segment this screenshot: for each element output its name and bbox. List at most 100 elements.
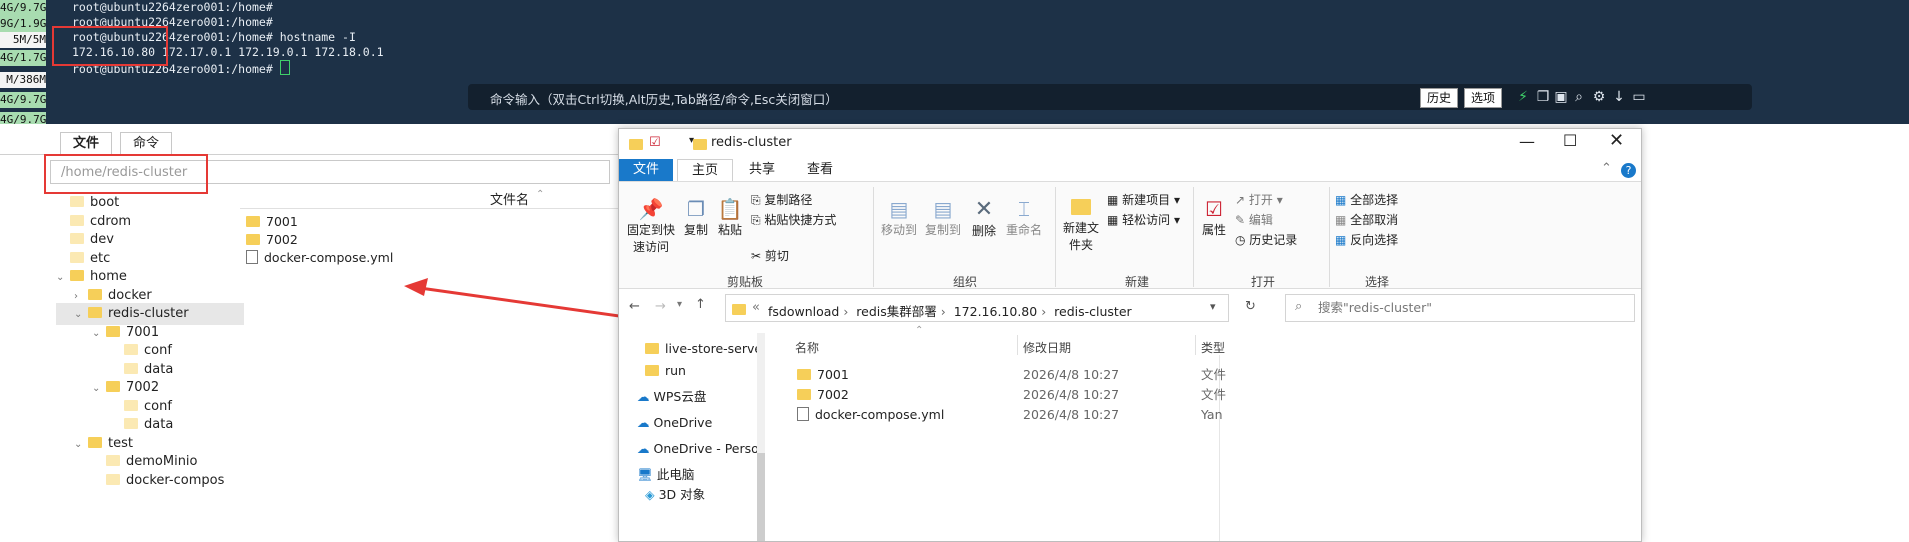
edit-button[interactable]: ✎ 编辑 bbox=[1235, 211, 1273, 228]
close-button[interactable]: ✕ bbox=[1609, 130, 1624, 151]
column-divider[interactable] bbox=[1017, 335, 1018, 355]
navigation-pane[interactable]: live-store-serve run ☁ WPS云盘 ☁ OneDrive … bbox=[619, 333, 762, 541]
back-icon[interactable]: ← bbox=[629, 299, 640, 314]
nav-item[interactable]: ◈ 3D 对象 bbox=[645, 485, 705, 505]
paste-shortcut-icon: ⎘ bbox=[751, 213, 765, 227]
column-type[interactable]: 类型 bbox=[1201, 339, 1225, 356]
search-icon: ⌕ bbox=[1295, 299, 1303, 314]
column-date[interactable]: 修改日期 bbox=[1023, 339, 1071, 356]
pin-icon: 📌 bbox=[638, 197, 664, 221]
file-type: 文件 bbox=[1201, 367, 1227, 382]
folder-icon bbox=[645, 343, 659, 354]
help-icon[interactable]: ? bbox=[1621, 163, 1636, 178]
tab-home[interactable]: 主页 bbox=[677, 159, 734, 182]
tab-view[interactable]: 查看 bbox=[793, 159, 847, 181]
button-label: 新建项目 bbox=[1122, 193, 1171, 207]
edit-icon: ✎ bbox=[1235, 213, 1249, 227]
breadcrumb[interactable]: fsdownload › redis集群部署 › 172.16.10.80 › … bbox=[768, 301, 1132, 320]
3d-objects-icon: ◈ bbox=[645, 487, 659, 502]
new-folder-icon[interactable] bbox=[693, 139, 708, 150]
address-bar[interactable]: « fsdownload › redis集群部署 › 172.16.10.80 … bbox=[725, 294, 1229, 322]
address-dropdown-icon[interactable]: ▾ bbox=[1210, 300, 1216, 313]
nav-item[interactable]: run bbox=[645, 361, 686, 381]
nav-item[interactable]: ☁ OneDrive - Perso bbox=[637, 439, 759, 459]
copy-path-button[interactable]: ⎘ 复制路径 bbox=[751, 191, 812, 208]
cut-button[interactable]: ✂ 剪切 bbox=[751, 247, 789, 264]
properties-icon[interactable]: ☑ bbox=[649, 135, 661, 150]
breadcrumb-item[interactable]: redis集群部署 bbox=[856, 304, 936, 319]
cloud-icon: ☁ bbox=[637, 389, 654, 404]
forward-icon[interactable]: → bbox=[655, 299, 666, 314]
new-folder-button[interactable]: 新建文件夹 bbox=[1061, 197, 1101, 253]
maximize-button[interactable]: ☐ bbox=[1563, 131, 1577, 150]
overflow-chevron-icon[interactable]: « bbox=[752, 300, 760, 315]
file-date: 2026/4/8 10:27 bbox=[1023, 407, 1120, 422]
invert-selection-button[interactable]: ▦ 反向选择 bbox=[1335, 231, 1398, 248]
delete-icon: ✕ bbox=[974, 197, 994, 222]
nav-item[interactable]: ☁ WPS云盘 bbox=[637, 387, 706, 407]
history-button[interactable]: ◷ 历史记录 bbox=[1235, 231, 1297, 248]
file-row[interactable]: docker-compose.yml bbox=[797, 405, 944, 425]
button-label: 全部选择 bbox=[1350, 193, 1399, 207]
group-label-organize: 组织 bbox=[953, 275, 978, 289]
select-none-button[interactable]: ▦ 全部取消 bbox=[1335, 211, 1398, 228]
explorer-window[interactable]: ☑ ▾ redis-cluster — ☐ ✕ 文件 主页 共享 查看 ⌃ ? … bbox=[618, 128, 1642, 542]
nav-item[interactable]: 🖥 此电脑 bbox=[637, 465, 694, 485]
refresh-icon[interactable]: ↻ bbox=[1245, 299, 1256, 314]
recent-dropdown-icon[interactable]: ▾ bbox=[677, 299, 682, 310]
file-type: 文件 bbox=[1201, 387, 1227, 402]
folder-icon bbox=[797, 389, 811, 400]
group-label-select: 选择 bbox=[1365, 275, 1390, 289]
properties-button[interactable]: ☑ 属性 bbox=[1199, 197, 1229, 238]
scrollbar-thumb[interactable] bbox=[757, 453, 765, 541]
search-input[interactable]: 搜索"redis-cluster" bbox=[1285, 294, 1635, 322]
paste-button[interactable]: 📋 粘贴 bbox=[715, 197, 745, 238]
select-all-button[interactable]: ▦ 全部选择 bbox=[1335, 191, 1398, 208]
nav-item[interactable]: ☁ OneDrive bbox=[637, 413, 712, 433]
up-icon[interactable]: ↑ bbox=[695, 297, 706, 312]
group-label-new: 新建 bbox=[1125, 275, 1150, 289]
chevron-down-icon[interactable]: ▾ bbox=[689, 135, 694, 146]
title-bar[interactable]: ☑ ▾ redis-cluster — ☐ ✕ bbox=[619, 129, 1641, 157]
pin-to-quick-access-button[interactable]: 📌 固定到快速访问 bbox=[625, 197, 677, 255]
minimize-button[interactable]: — bbox=[1519, 132, 1535, 151]
button-label: 重命名 bbox=[1005, 223, 1042, 237]
sort-up-icon: ⌃ bbox=[915, 325, 924, 336]
button-label: 复制路径 bbox=[764, 193, 813, 207]
file-row[interactable]: 7002 bbox=[797, 385, 849, 405]
file-row[interactable]: 7001 bbox=[797, 365, 849, 385]
group-divider bbox=[1055, 187, 1056, 287]
copy-to-button[interactable]: ▤ 复制到 bbox=[923, 197, 963, 238]
button-label: 历史记录 bbox=[1249, 233, 1298, 247]
tab-share[interactable]: 共享 bbox=[735, 159, 789, 181]
group-label-open: 打开 bbox=[1251, 275, 1276, 289]
onedrive-icon: ☁ bbox=[637, 415, 654, 430]
tab-file[interactable]: 文件 bbox=[619, 159, 674, 181]
paste-shortcut-button[interactable]: ⎘ 粘贴快捷方式 bbox=[751, 211, 836, 228]
button-label: 轻松访问 bbox=[1122, 213, 1171, 227]
scrollbar[interactable] bbox=[757, 333, 765, 541]
chevron-up-icon[interactable]: ⌃ bbox=[1601, 161, 1612, 176]
select-none-icon: ▦ bbox=[1335, 213, 1351, 227]
properties-icon: ☑ bbox=[1205, 197, 1223, 221]
delete-button[interactable]: ✕ 删除 bbox=[969, 197, 999, 239]
column-name[interactable]: 名称 bbox=[795, 339, 819, 356]
new-item-button[interactable]: ▦ 新建项目 ▾ bbox=[1107, 191, 1180, 208]
column-divider[interactable] bbox=[1195, 335, 1196, 355]
nav-item[interactable]: live-store-serve bbox=[645, 339, 762, 359]
open-button[interactable]: ↗ 打开 ▾ bbox=[1235, 191, 1283, 208]
easy-access-button[interactable]: ▦ 轻松访问 ▾ bbox=[1107, 211, 1180, 228]
breadcrumb-item[interactable]: 172.16.10.80 bbox=[954, 304, 1038, 319]
rename-button[interactable]: ⌶ 重命名 bbox=[1003, 197, 1045, 238]
button-label: 属性 bbox=[1201, 223, 1226, 237]
breadcrumb-item[interactable]: redis-cluster bbox=[1054, 304, 1132, 319]
computer-icon: 🖥 bbox=[637, 467, 657, 482]
move-to-button[interactable]: ▤ 移动到 bbox=[879, 197, 919, 238]
folder-icon bbox=[645, 365, 659, 376]
button-label: 粘贴 bbox=[717, 223, 742, 237]
button-label: 编辑 bbox=[1248, 213, 1273, 227]
folder-icon bbox=[732, 304, 746, 315]
breadcrumb-item[interactable]: fsdownload bbox=[768, 304, 839, 319]
button-label: 剪切 bbox=[764, 249, 789, 263]
copy-button[interactable]: ❐ 复制 bbox=[681, 197, 711, 238]
